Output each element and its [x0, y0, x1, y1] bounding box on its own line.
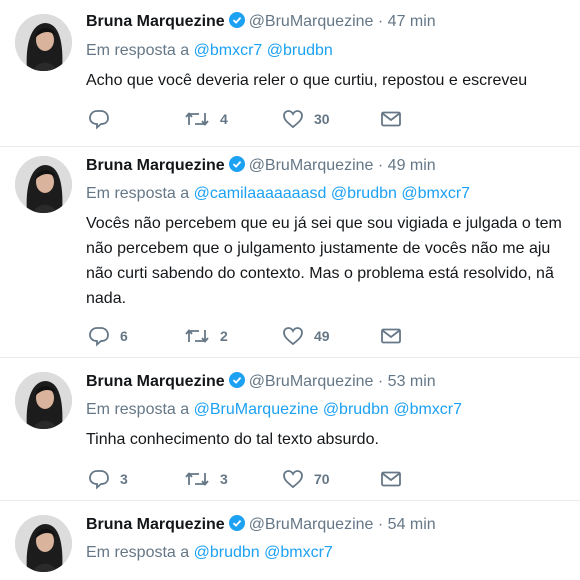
avatar[interactable]	[15, 14, 72, 71]
verified-badge-icon	[228, 156, 245, 172]
heart-icon	[283, 327, 303, 346]
retweet-icon	[185, 112, 209, 126]
tweet-header: Bruna Marquezine @BruMarquezine · 54 min	[86, 515, 436, 535]
display-name[interactable]: Bruna Marquezine	[86, 13, 225, 30]
direct-message-button[interactable]	[380, 468, 402, 490]
display-name[interactable]: Bruna Marquezine	[86, 157, 225, 174]
retweet-count: 3	[220, 471, 228, 487]
heart-icon	[283, 470, 303, 489]
handle[interactable]: @BruMarquezine	[249, 516, 374, 533]
avatar[interactable]	[15, 156, 72, 213]
reply-icon	[89, 110, 109, 130]
like-button[interactable]: 70	[282, 468, 330, 490]
mention-link[interactable]: @brudbn	[331, 185, 397, 202]
direct-message-button[interactable]	[380, 108, 402, 130]
timestamp[interactable]: 54 min	[388, 516, 436, 533]
tweet-text: Tinha conhecimento do tal texto absurdo.	[86, 427, 379, 452]
like-button[interactable]: 49	[282, 325, 330, 347]
timestamp[interactable]: 49 min	[388, 157, 436, 174]
reply-button[interactable]: 6	[88, 325, 128, 347]
heart-icon	[283, 110, 303, 129]
like-count: 49	[314, 328, 330, 344]
display-name[interactable]: Bruna Marquezine	[86, 516, 225, 533]
mention-link[interactable]: @brudbn	[194, 544, 260, 561]
tweet-text-line: não curti sabendo do contexto. Mas o pro…	[86, 265, 554, 282]
reply-prefix: Em resposta a	[86, 185, 190, 202]
tweet-text-line: Tinha conhecimento do tal texto absurdo.	[86, 431, 379, 448]
like-button[interactable]: 30	[282, 108, 330, 130]
verified-badge-icon	[228, 372, 245, 388]
handle[interactable]: @BruMarquezine	[249, 157, 374, 174]
separator: ·	[377, 516, 384, 533]
mention-link[interactable]: @bmxcr7	[264, 544, 333, 561]
reply-icon	[89, 470, 109, 490]
retweet-button[interactable]: 4	[184, 108, 228, 130]
verified-badge-icon	[228, 515, 245, 531]
reply-count: 6	[120, 328, 128, 344]
tweet-actions: 4 30	[86, 108, 566, 130]
reply-context: Em resposta a @BruMarquezine @brudbn @bm…	[86, 401, 462, 419]
separator: ·	[377, 373, 384, 390]
tweet-text-line: Vocês não percebem que eu já sei que sou…	[86, 215, 562, 232]
tweet[interactable]: Bruna Marquezine @BruMarquezine · 53 min …	[0, 358, 580, 501]
reply-prefix: Em resposta a	[86, 544, 190, 561]
retweet-count: 4	[220, 111, 228, 127]
tweet[interactable]: Bruna Marquezine @BruMarquezine · 47 min …	[0, 0, 580, 147]
timestamp[interactable]: 47 min	[388, 13, 436, 30]
tweet-text-line: Acho que você deveria reler o que curtiu…	[86, 72, 528, 89]
handle[interactable]: @BruMarquezine	[249, 373, 374, 390]
verified-badge-icon	[228, 12, 245, 28]
avatar[interactable]	[15, 372, 72, 429]
reply-icon	[89, 327, 109, 347]
retweet-button[interactable]: 3	[184, 468, 228, 490]
mention-link[interactable]: @bmxcr7	[401, 185, 470, 202]
tweet-header: Bruna Marquezine @BruMarquezine · 49 min	[86, 156, 436, 176]
mention-link[interactable]: @brudbn	[267, 42, 333, 59]
like-count: 70	[314, 471, 330, 487]
mention-link[interactable]: @bmxcr7	[393, 401, 462, 418]
mention-link[interactable]: @camilaaaaaaasd	[194, 185, 327, 202]
retweet-button[interactable]: 2	[184, 325, 228, 347]
tweet-text: Vocês não percebem que eu já sei que sou…	[86, 211, 562, 311]
tweet-header: Bruna Marquezine @BruMarquezine · 47 min	[86, 12, 436, 32]
reply-context: Em resposta a @bmxcr7 @brudbn	[86, 42, 333, 60]
retweet-icon	[185, 472, 209, 486]
avatar[interactable]	[15, 515, 72, 572]
tweet-actions: 3 3 70	[86, 468, 566, 490]
reply-context: Em resposta a @camilaaaaaaasd @brudbn @b…	[86, 185, 470, 203]
mention-link[interactable]: @bmxcr7	[194, 42, 263, 59]
mention-link[interactable]: @BruMarquezine	[194, 401, 319, 418]
reply-button[interactable]: 3	[88, 468, 128, 490]
reply-prefix: Em resposta a	[86, 42, 190, 59]
tweet-text: Acho que você deveria reler o que curtiu…	[86, 68, 527, 93]
reply-button[interactable]	[88, 108, 120, 130]
tweet-text-line: não percebem que o julgamento justamente…	[86, 240, 551, 257]
separator: ·	[377, 157, 384, 174]
retweet-count: 2	[220, 328, 228, 344]
mention-link[interactable]: @brudbn	[323, 401, 389, 418]
tweet-actions: 6 2 49	[86, 325, 566, 347]
separator: ·	[377, 13, 384, 30]
envelope-icon	[381, 328, 401, 344]
reply-count: 3	[120, 471, 128, 487]
tweet-header: Bruna Marquezine @BruMarquezine · 53 min	[86, 372, 436, 392]
reply-prefix: Em resposta a	[86, 401, 190, 418]
like-count: 30	[314, 111, 330, 127]
envelope-icon	[381, 471, 401, 487]
tweet-text-line: nada.	[86, 290, 127, 307]
timestamp[interactable]: 53 min	[388, 373, 436, 390]
handle[interactable]: @BruMarquezine	[249, 13, 374, 30]
reply-context: Em resposta a @brudbn @bmxcr7	[86, 544, 333, 562]
retweet-icon	[185, 329, 209, 343]
tweet[interactable]: Bruna Marquezine @BruMarquezine · 49 min …	[0, 147, 580, 358]
display-name[interactable]: Bruna Marquezine	[86, 373, 225, 390]
envelope-icon	[381, 111, 401, 127]
tweet[interactable]: Bruna Marquezine @BruMarquezine · 54 min …	[0, 501, 580, 580]
direct-message-button[interactable]	[380, 325, 402, 347]
